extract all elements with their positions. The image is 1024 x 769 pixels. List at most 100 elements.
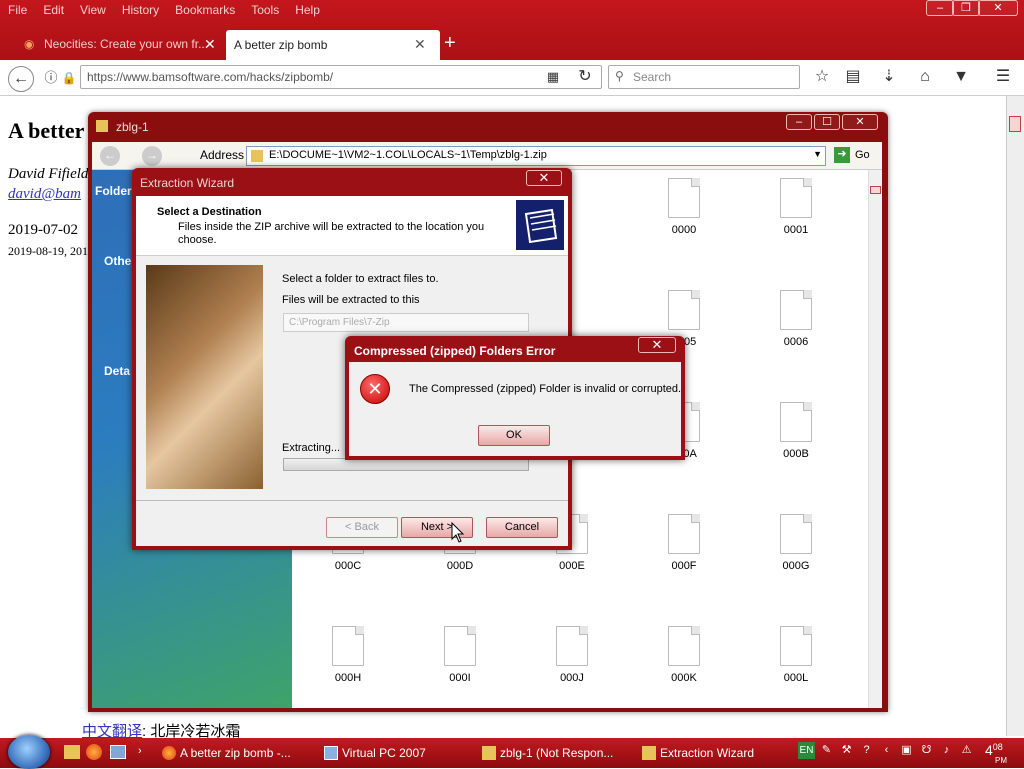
firefox-quicklaunch-icon[interactable] — [86, 744, 102, 760]
maximize-button[interactable]: ❐ — [952, 0, 980, 16]
file-item[interactable]: 000F — [649, 514, 719, 572]
desktop-quicklaunch-icon[interactable] — [110, 745, 126, 759]
folder-icon — [96, 120, 108, 132]
author-email-link[interactable]: david@bam — [8, 186, 81, 203]
update-date: 2019-08-19, 201 — [8, 244, 88, 258]
explorer-forward-icon[interactable]: → — [142, 146, 162, 166]
file-item[interactable]: 000B — [761, 402, 831, 460]
file-item[interactable]: 000H — [313, 626, 383, 684]
menu-bookmarks[interactable]: Bookmarks — [167, 0, 243, 22]
folder-icon — [642, 746, 656, 760]
tab-zipbomb[interactable]: A better zip bomb ✕ — [226, 30, 440, 60]
file-name: 000J — [560, 672, 584, 684]
scrollbar-thumb[interactable] — [1009, 116, 1021, 132]
menu-file[interactable]: File — [0, 0, 35, 22]
file-icon — [780, 402, 812, 442]
address-field[interactable]: E:\DOCUME~1\VM2~1.COL\LOCALS~1\Temp\zblg… — [246, 146, 826, 166]
url-bar[interactable]: https://www.bamsoftware.com/hacks/zipbom… — [80, 65, 602, 89]
library-icon[interactable]: ▤ — [842, 66, 864, 88]
minimize-button[interactable]: – — [926, 0, 954, 16]
explorer-close-button[interactable]: ✕ — [842, 114, 878, 130]
file-icon — [668, 514, 700, 554]
tray-expand-icon[interactable]: ‹ — [878, 742, 895, 759]
language-indicator[interactable]: EN — [798, 742, 815, 759]
search-placeholder: Search — [633, 70, 672, 84]
page-title: A better — [8, 118, 85, 143]
menu-edit[interactable]: Edit — [35, 0, 72, 22]
file-item[interactable]: 000I — [425, 626, 495, 684]
taskbar-label: Virtual PC 2007 — [342, 746, 426, 760]
volume-icon[interactable]: ♪ — [938, 742, 955, 759]
search-icon: ⚲ — [615, 69, 624, 83]
explorer-back-icon[interactable]: ← — [100, 146, 120, 166]
folders-heading[interactable]: Folder — [95, 184, 132, 198]
back-button[interactable]: < Back — [326, 517, 398, 538]
shield-icon[interactable]: ☋ — [918, 742, 935, 759]
file-item[interactable]: 000G — [761, 514, 831, 572]
reload-icon[interactable]: ↻ — [574, 66, 596, 88]
home-icon[interactable]: ⌂ — [914, 66, 936, 88]
wizard-side-image — [146, 265, 263, 489]
menu-icon[interactable]: ☰ — [992, 66, 1014, 88]
reader-view-icon[interactable]: ▦ — [542, 66, 564, 88]
taskbar-item-virtualpc[interactable]: Virtual PC 2007 — [322, 741, 472, 766]
file-item[interactable]: 000J — [537, 626, 607, 684]
wizard-title: Extraction Wizard — [140, 176, 235, 190]
tab-neocities[interactable]: ◉ Neocities: Create your own fr... — [16, 32, 224, 58]
file-name: 000H — [334, 672, 362, 684]
alert-icon[interactable]: ⚠ — [958, 742, 975, 759]
start-button[interactable] — [8, 735, 50, 769]
close-tab-icon[interactable]: ✕ — [414, 36, 426, 53]
pocket-icon[interactable]: ▼ — [950, 66, 972, 88]
menu-help[interactable]: Help — [287, 0, 328, 22]
file-name: 000F — [671, 560, 697, 572]
close-tab-icon[interactable]: ✕ — [204, 36, 216, 53]
quicklaunch-more-icon[interactable]: › — [138, 745, 142, 757]
details-heading: Deta — [104, 364, 131, 378]
cancel-button[interactable]: Cancel — [486, 517, 558, 538]
go-arrow-icon[interactable]: ➜ — [834, 147, 850, 163]
bookmark-star-icon[interactable]: ☆ — [811, 66, 833, 88]
explorer-scrollbar[interactable] — [868, 170, 882, 708]
download-icon[interactable]: ⇣ — [878, 66, 900, 88]
menu-history[interactable]: History — [114, 0, 167, 22]
menu-tools[interactable]: Tools — [243, 0, 287, 22]
back-icon[interactable]: ← — [8, 66, 34, 92]
file-item[interactable]: 000L — [761, 626, 831, 684]
go-button[interactable]: Go — [855, 149, 870, 161]
file-item[interactable]: 0001 — [761, 178, 831, 236]
help-icon[interactable]: ? — [858, 742, 875, 759]
destination-path-field[interactable]: C:\Program Files\7-Zip — [283, 313, 529, 332]
explorer-maximize-button[interactable]: ☐ — [814, 114, 840, 130]
taskbar-item-firefox[interactable]: A better zip bomb -... — [160, 741, 310, 766]
tool-icon[interactable]: ⚒ — [838, 742, 855, 759]
clock[interactable]: 408 PM — [985, 742, 1007, 765]
file-icon — [780, 178, 812, 218]
taskbar-item-wizard[interactable]: Extraction Wizard — [640, 741, 790, 766]
virtualpc-icon — [324, 746, 338, 760]
address-dropdown-icon[interactable]: ▼ — [813, 149, 822, 159]
search-input[interactable]: ⚲ Search — [608, 65, 800, 89]
lock-icon: 🔒 — [61, 71, 77, 85]
publish-date: 2019-07-02 — [8, 222, 78, 238]
taskbar-item-zblg[interactable]: zblg-1 (Not Respon... — [480, 741, 630, 766]
address-value: E:\DOCUME~1\VM2~1.COL\LOCALS~1\Temp\zblg… — [269, 149, 547, 161]
explorer-minimize-button[interactable]: – — [786, 114, 812, 130]
ok-button[interactable]: OK — [478, 425, 550, 446]
file-name: 000B — [783, 448, 809, 460]
close-button[interactable]: ✕ — [978, 0, 1018, 16]
file-item[interactable]: 000K — [649, 626, 719, 684]
explorer-quicklaunch-icon[interactable] — [64, 745, 80, 759]
error-message: The Compressed (zipped) Folder is invali… — [409, 383, 682, 395]
wizard-close-button[interactable]: ✕ — [526, 170, 562, 186]
file-name: 000E — [559, 560, 585, 572]
explorer-scroll-thumb[interactable] — [870, 186, 881, 194]
error-close-button[interactable]: ✕ — [638, 337, 676, 353]
page-scrollbar[interactable] — [1006, 96, 1024, 736]
new-tab-button[interactable]: + — [444, 32, 464, 54]
menu-view[interactable]: View — [72, 0, 114, 22]
file-item[interactable]: 0006 — [761, 290, 831, 348]
file-item[interactable]: 0000 — [649, 178, 719, 236]
pen-icon[interactable]: ✎ — [818, 742, 835, 759]
network-icon[interactable]: ▣ — [898, 742, 915, 759]
